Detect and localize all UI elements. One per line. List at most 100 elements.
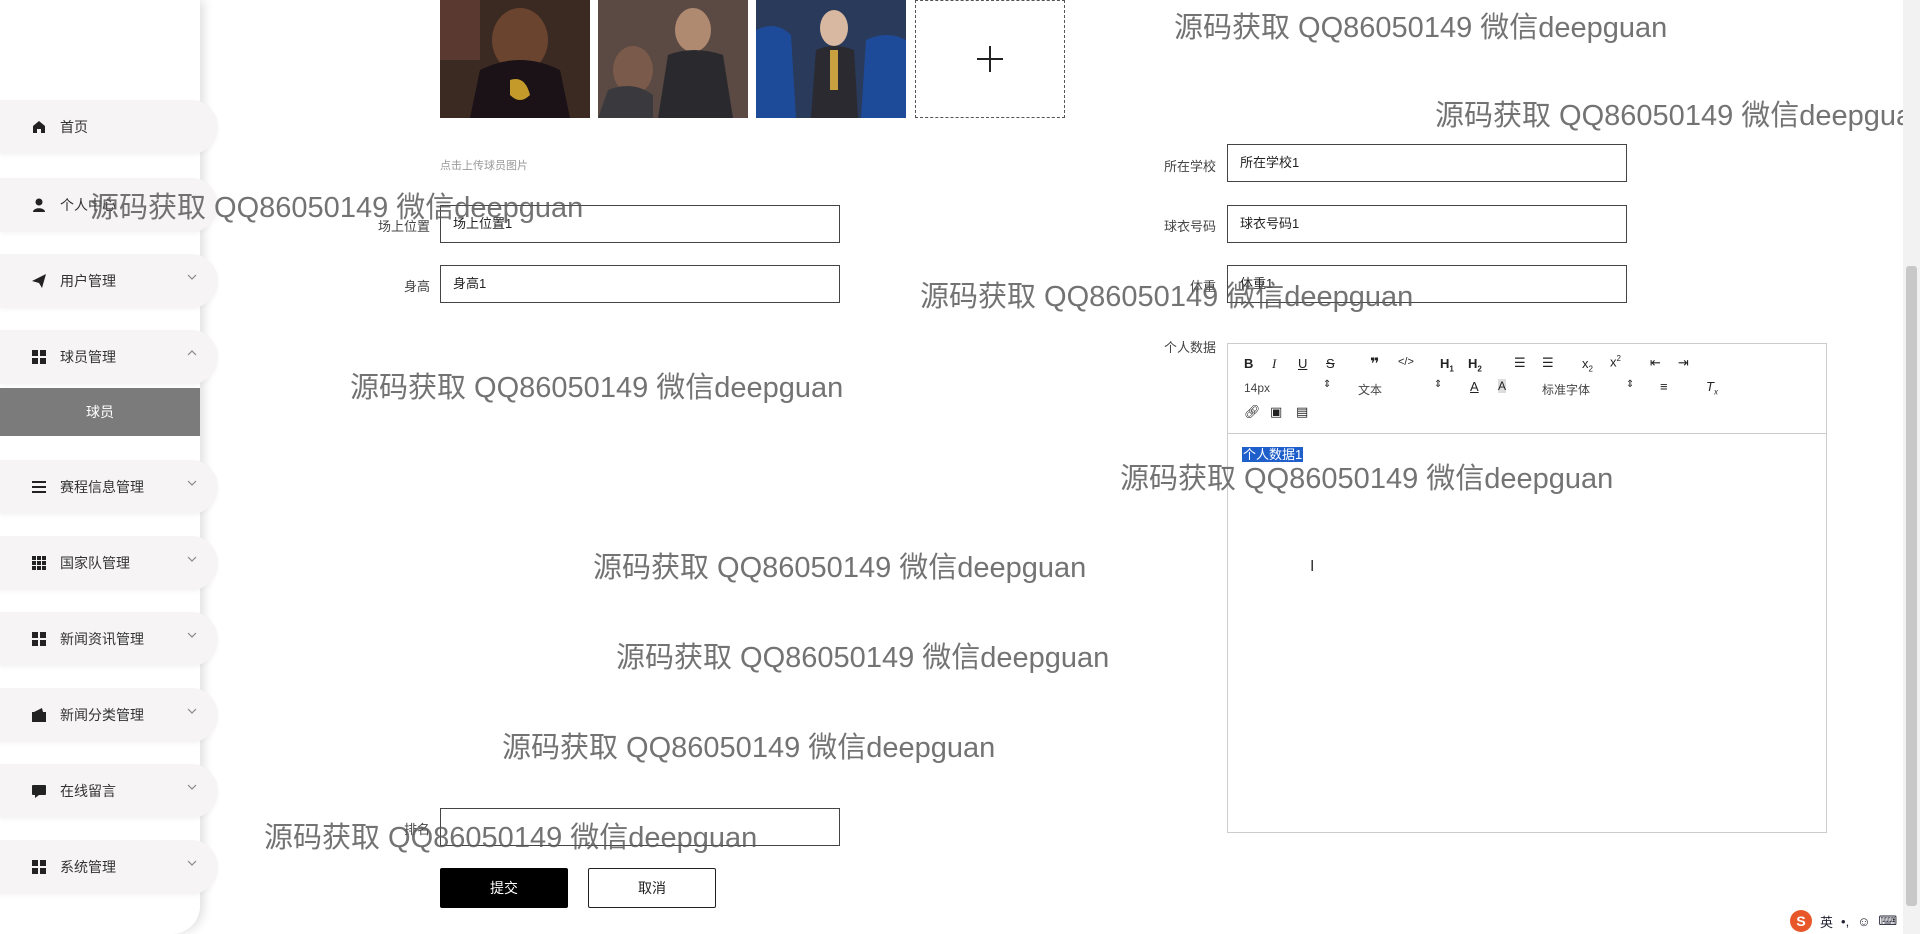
sidebar-item-news-category[interactable]: 新闻分类管理: [0, 688, 218, 742]
underline-icon[interactable]: U: [1298, 356, 1307, 371]
blockquote-icon[interactable]: ❞: [1370, 354, 1379, 374]
chat-icon: [32, 785, 46, 798]
position-label: 场上位置: [377, 219, 430, 234]
upload-image-button[interactable]: [915, 0, 1065, 118]
player-photo-2[interactable]: [598, 0, 748, 118]
grid-icon: [32, 860, 46, 874]
height-label: 身高: [403, 279, 430, 294]
font-family-select[interactable]: 标准字体: [1542, 381, 1590, 398]
school-input[interactable]: 所在学校1: [1227, 144, 1627, 182]
upload-hint: 点击上传球员图片: [440, 160, 528, 172]
sidebar-item-home[interactable]: 首页: [0, 100, 218, 154]
sidebar-item-messages[interactable]: 在线留言: [0, 764, 218, 818]
align-icon[interactable]: ≡: [1660, 379, 1668, 394]
editor-content[interactable]: 个人数据1: [1242, 444, 1304, 463]
sidebar-item-label: 球员管理: [60, 349, 116, 365]
sidebar-item-label: 个人中心: [60, 197, 116, 213]
clear-format-icon[interactable]: Tx: [1706, 379, 1718, 397]
send-icon: [32, 274, 46, 288]
watermark: 源码获取 QQ86050149 微信deepguan: [1174, 12, 1668, 44]
rich-text-editor[interactable]: B I U S ❞ </> H1 H2 ☰ ☰ x2 x2 ⇤ ⇥ 14px ⇕…: [1227, 343, 1827, 833]
keyboard-icon[interactable]: ⌨: [1878, 913, 1897, 929]
sidebar-item-label: 赛程信息管理: [60, 479, 144, 495]
sidebar-item-label: 系统管理: [60, 859, 116, 875]
sidebar-item-label: 国家队管理: [60, 555, 130, 571]
watermark: 源码获取 QQ86050149 微信deepguan: [502, 732, 996, 764]
sidebar-item-label: 新闻资讯管理: [60, 631, 144, 647]
rank-input[interactable]: [440, 808, 840, 846]
list-icon: [32, 481, 46, 493]
text-cursor-icon: I: [1310, 558, 1315, 575]
weight-input[interactable]: 体重1: [1227, 265, 1627, 303]
subscript-icon[interactable]: x2: [1582, 356, 1593, 374]
watermark: 源码获取 QQ86050149 微信deepguan: [1435, 100, 1920, 132]
ordered-list-icon[interactable]: ☰: [1514, 355, 1526, 371]
weight-label: 体重: [1189, 279, 1216, 294]
link-icon[interactable]: 🔗︎: [1244, 404, 1261, 420]
video-icon[interactable]: ▤: [1296, 404, 1308, 420]
outdent-icon[interactable]: ⇤: [1650, 355, 1661, 371]
school-label: 所在学校: [1163, 159, 1216, 174]
block-type-select[interactable]: 文本: [1358, 381, 1382, 398]
chevron-down-icon: [187, 480, 197, 486]
chevron-down-icon: [187, 784, 197, 790]
sidebar-item-users[interactable]: 用户管理: [0, 254, 218, 308]
strike-icon[interactable]: S: [1326, 356, 1335, 371]
watermark: 源码获取 QQ86050149 微信deepguan: [593, 552, 1087, 584]
height-input[interactable]: 身高1: [440, 265, 840, 303]
apps-icon: [32, 556, 46, 570]
bold-icon[interactable]: B: [1244, 356, 1253, 371]
select-arrow-icon: ⇕: [1323, 379, 1332, 390]
superscript-icon[interactable]: x2: [1610, 354, 1621, 369]
code-icon[interactable]: </>: [1398, 356, 1414, 368]
wallet-icon: [32, 708, 46, 722]
submit-button[interactable]: 提交: [440, 868, 568, 908]
sidebar-subitem-player[interactable]: 球员: [0, 388, 200, 436]
heading2-icon[interactable]: H2: [1468, 356, 1482, 374]
sidebar-item-label: 新闻分类管理: [60, 707, 144, 723]
sidebar-item-news[interactable]: 新闻资讯管理: [0, 612, 218, 666]
rank-label: 排名: [403, 822, 430, 837]
font-size-select[interactable]: 14px: [1244, 381, 1270, 395]
sidebar-item-schedule[interactable]: 赛程信息管理: [0, 460, 218, 514]
bullet-list-icon[interactable]: ☰: [1542, 355, 1554, 371]
position-input[interactable]: 场上位置1: [440, 205, 840, 243]
sidebar-item-label: 用户管理: [60, 273, 116, 289]
editor-text: 个人数据1: [1242, 447, 1304, 462]
cancel-button[interactable]: 取消: [588, 868, 716, 908]
watermark: 源码获取 QQ86050149 微信deepguan: [616, 642, 1110, 674]
ime-tray: S 英 •, ☺ ⌨: [1790, 910, 1897, 932]
grid-icon: [32, 632, 46, 646]
grid-icon: [32, 350, 46, 364]
image-icon[interactable]: ▣: [1270, 404, 1282, 420]
sidebar-item-label: 在线留言: [60, 783, 116, 799]
emoji-icon[interactable]: ☺: [1857, 914, 1870, 929]
sidebar-item-profile[interactable]: 个人中心: [0, 178, 218, 232]
plus-icon: [977, 46, 1003, 72]
scrollbar-thumb[interactable]: [1906, 266, 1917, 906]
heading1-icon[interactable]: H1: [1440, 356, 1454, 374]
chevron-down-icon: [187, 556, 197, 562]
sidebar-item-system[interactable]: 系统管理: [0, 840, 218, 894]
user-icon: [33, 198, 45, 212]
player-photo-1[interactable]: [440, 0, 590, 118]
font-color-icon[interactable]: A: [1470, 379, 1479, 394]
sidebar-item-national-team[interactable]: 国家队管理: [0, 536, 218, 590]
background-color-icon[interactable]: A: [1498, 379, 1507, 393]
sidebar-item-players[interactable]: 球员管理: [0, 330, 218, 384]
editor-toolbar: B I U S ❞ </> H1 H2 ☰ ☰ x2 x2 ⇤ ⇥ 14px ⇕…: [1228, 344, 1826, 434]
italic-icon[interactable]: I: [1272, 356, 1276, 372]
indent-icon[interactable]: ⇥: [1678, 355, 1689, 371]
jersey-label: 球衣号码: [1163, 219, 1216, 234]
sogou-logo-icon: S: [1790, 910, 1812, 932]
chevron-up-icon: [187, 350, 197, 356]
select-arrow-icon: ⇕: [1626, 379, 1635, 390]
player-photo-3[interactable]: [756, 0, 906, 118]
punctuation-icon[interactable]: •,: [1841, 914, 1849, 929]
jersey-input[interactable]: 球衣号码1: [1227, 205, 1627, 243]
home-icon: [33, 121, 45, 133]
ime-language[interactable]: 英: [1820, 912, 1833, 931]
chevron-down-icon: [187, 274, 197, 280]
chevron-down-icon: [187, 632, 197, 638]
watermark: 源码获取 QQ86050149 微信deepguan: [350, 372, 844, 404]
